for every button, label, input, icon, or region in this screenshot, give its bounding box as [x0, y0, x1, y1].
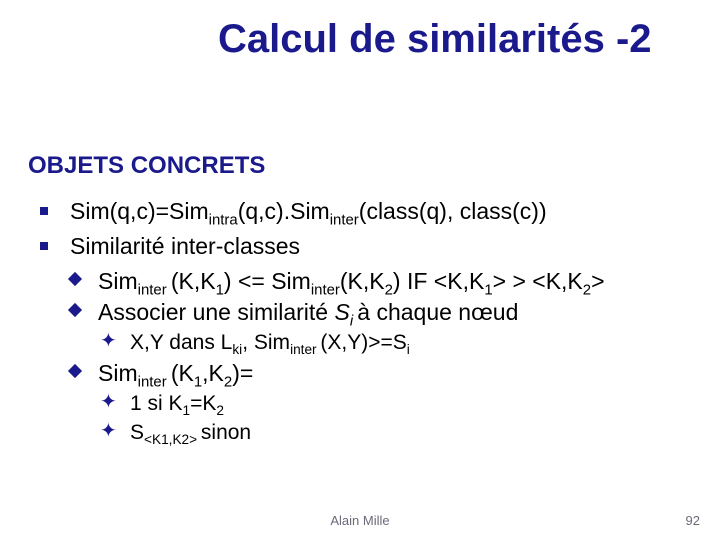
bullet-diamond-icon [68, 303, 82, 317]
text: Associer une similarité [98, 299, 334, 325]
text: (X,Y)>=S [320, 331, 406, 354]
text: Sim [98, 268, 138, 294]
bullet-star-icon: ✦ [100, 329, 117, 354]
text: (class(q), class(c)) [359, 198, 547, 224]
sub: 2 [385, 281, 393, 298]
sub: inter [138, 281, 171, 298]
bullet-sim-formula: Sim(q,c)=Simintra(q,c).Siminter(class(q)… [40, 197, 700, 226]
sub: 1 [216, 281, 224, 298]
text: X,Y dans L [130, 331, 232, 354]
bullet-diamond-icon [68, 271, 82, 285]
text: =K [190, 392, 216, 415]
text: (K,K [171, 268, 216, 294]
text: Sim(q,c)=Sim [70, 198, 209, 224]
sub: ki [232, 342, 242, 357]
subsub-case2: ✦ S<K1,K2> sinon [40, 420, 700, 446]
sub-associer: Associer une similarité Si à chaque nœud [40, 298, 700, 327]
text: sinon [201, 421, 251, 444]
bullet-star-icon: ✦ [100, 390, 117, 415]
text: S [130, 421, 144, 444]
text: ) IF <K,K [393, 268, 484, 294]
sub: inter [330, 212, 359, 229]
footer-page-number: 92 [686, 513, 700, 528]
section-heading: OBJETS CONCRETS [28, 152, 265, 180]
sub: 2 [583, 281, 591, 298]
slide-title: Calcul de similarités -2 [218, 18, 698, 60]
subsub-case1: ✦ 1 si K1=K2 [40, 391, 700, 417]
slide-body: Sim(q,c)=Simintra(q,c).Siminter(class(q)… [40, 197, 700, 450]
text-italic: S [334, 299, 349, 325]
sub-sim-order: Siminter (K,K1) <= Siminter(K,K2) IF <K,… [40, 267, 700, 296]
subsub-xy: ✦ X,Y dans Lki, Siminter (X,Y)>=Si [40, 330, 700, 356]
bullet-diamond-icon [68, 364, 82, 378]
bullet-star-icon: ✦ [100, 419, 117, 444]
text: > [591, 268, 604, 294]
sub-sim-equals: Siminter (K1,K2)= [40, 359, 700, 388]
text: , Sim [242, 331, 290, 354]
sub: i [407, 342, 410, 357]
text: > > <K,K [493, 268, 583, 294]
sub: 2 [224, 374, 232, 391]
text: ) <= Sim [224, 268, 311, 294]
text: ,K [202, 360, 224, 386]
text: (K [171, 360, 194, 386]
text: à chaque nœud [357, 299, 518, 325]
sub: inter [290, 342, 320, 357]
sub: 2 [216, 403, 224, 418]
text: Similarité inter-classes [70, 233, 300, 259]
bullet-square-icon [40, 242, 48, 250]
sub: inter [138, 374, 171, 391]
sub: inter [311, 281, 340, 298]
text: 1 si K [130, 392, 183, 415]
text: Sim [98, 360, 138, 386]
bullet-interclass: Similarité inter-classes [40, 232, 700, 261]
sub: intra [209, 212, 238, 229]
text: (q,c).Sim [238, 198, 330, 224]
footer-author: Alain Mille [0, 513, 720, 528]
sub: <K1,K2> [144, 432, 201, 447]
sub: 1 [183, 403, 191, 418]
text: )= [232, 360, 253, 386]
sub: 1 [484, 281, 492, 298]
bullet-square-icon [40, 207, 48, 215]
sub: 1 [194, 374, 202, 391]
text: (K,K [340, 268, 385, 294]
